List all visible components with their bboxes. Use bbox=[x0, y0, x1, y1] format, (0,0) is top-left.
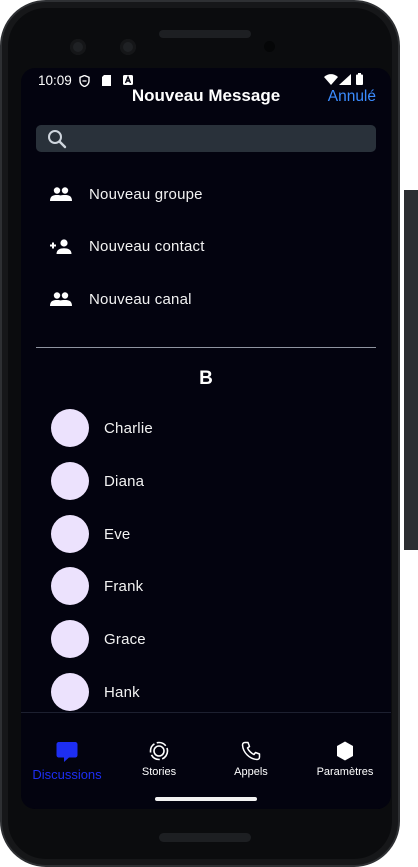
search-input[interactable] bbox=[36, 125, 376, 152]
contact-name: Hank bbox=[104, 683, 140, 701]
contact-item[interactable]: Eve bbox=[51, 515, 130, 553]
app-screen: 10:09 Nouveau Message Annulé Nouveau gro… bbox=[21, 68, 391, 809]
search-icon bbox=[48, 130, 67, 149]
contact-item[interactable]: Hank bbox=[51, 673, 140, 711]
new-group-button[interactable]: Nouveau groupe bbox=[49, 179, 349, 209]
wifi-icon bbox=[324, 74, 338, 85]
contact-name: Frank bbox=[104, 577, 144, 595]
phone-frame: 10:09 Nouveau Message Annulé Nouveau gro… bbox=[0, 0, 400, 867]
new-group-label: Nouveau groupe bbox=[89, 185, 203, 203]
divider bbox=[36, 347, 376, 348]
battery-icon bbox=[356, 73, 363, 85]
contact-name: Grace bbox=[104, 630, 146, 648]
avatar bbox=[51, 567, 89, 605]
contact-name: Diana bbox=[104, 472, 145, 490]
contact-name: Eve bbox=[104, 525, 131, 543]
channel-icon bbox=[49, 287, 73, 311]
contact-name: Charlie bbox=[104, 419, 153, 437]
sensor-dot bbox=[264, 41, 275, 52]
stories-icon bbox=[113, 741, 205, 763]
phone-icon bbox=[205, 741, 297, 763]
group-icon bbox=[49, 182, 73, 206]
camera-icon bbox=[70, 39, 86, 55]
avatar bbox=[51, 620, 89, 658]
contact-item[interactable]: Diana bbox=[51, 462, 144, 500]
tab-label: Discussions bbox=[32, 767, 102, 782]
avatar bbox=[51, 515, 89, 553]
contact-item[interactable]: Charlie bbox=[51, 409, 153, 447]
tab-label: Appels bbox=[234, 766, 268, 778]
section-header: B bbox=[199, 368, 213, 389]
bottom-tab-bar: Discussions Stories Appels Paramètres bbox=[21, 712, 391, 809]
new-contact-label: Nouveau contact bbox=[89, 237, 205, 255]
tab-label: Paramètres bbox=[316, 766, 374, 778]
contact-item[interactable]: Frank bbox=[51, 567, 143, 605]
home-indicator[interactable] bbox=[155, 797, 257, 801]
avatar bbox=[51, 462, 89, 500]
add-contact-icon bbox=[49, 234, 73, 258]
speaker-bottom bbox=[159, 833, 251, 842]
chat-bubble-icon bbox=[21, 741, 113, 763]
cancel-button[interactable]: Annulé bbox=[328, 88, 376, 106]
avatar bbox=[51, 409, 89, 447]
signal-icon bbox=[339, 74, 351, 85]
contact-item[interactable]: Grace bbox=[51, 620, 146, 658]
new-channel-label: Nouveau canal bbox=[89, 290, 192, 308]
camera-icon bbox=[120, 39, 136, 55]
app-notification-icon bbox=[123, 75, 133, 85]
speaker-top bbox=[159, 30, 251, 38]
background-window-strip bbox=[404, 190, 418, 550]
sim-card-icon bbox=[102, 75, 111, 86]
new-contact-button[interactable]: Nouveau contact bbox=[49, 231, 349, 261]
avatar bbox=[51, 673, 89, 711]
new-channel-button[interactable]: Nouveau canal bbox=[49, 284, 349, 314]
hexagon-icon bbox=[299, 741, 391, 763]
tab-label: Stories bbox=[141, 766, 177, 778]
